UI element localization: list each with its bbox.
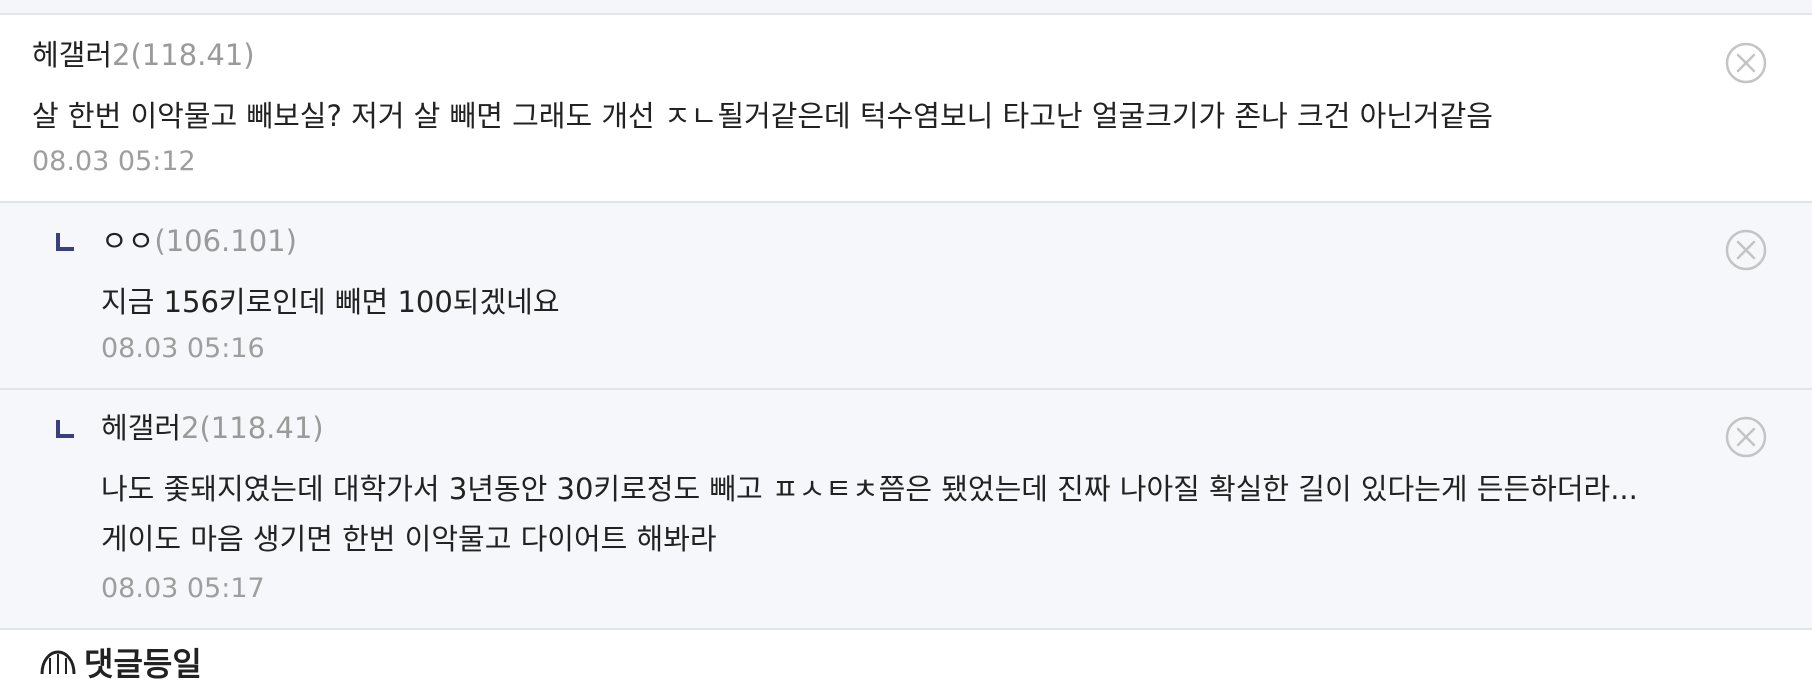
author-ip: 2(118.41) [112,38,255,72]
comment-date: 08.03 05:16 [101,333,265,364]
top-divider [0,0,1812,15]
section-icon [40,650,76,675]
author-nickname[interactable]: 헤갤러 [32,38,112,72]
reply-arrow-icon [56,420,74,438]
reply-item: ㅇㅇ(106.101) 지금 156키로인데 빼면 100되겠네요 08.03 … [0,203,1812,390]
author-nickname[interactable]: ㅇㅇ [101,224,154,258]
reply-arrow-icon [56,233,74,251]
comment-text-line-1: 나도 좇돼지였는데 대학가서 3년동안 30키로정도 빼고 ㅍㅅㅌㅊ쯤은 됐었는… [101,472,1638,506]
comment-author: 헤갤러2(118.41) [101,410,324,446]
comment-text: 지금 156키로인데 빼면 100되겠네요 [101,285,560,319]
author-ip: 2(118.41) [181,411,324,445]
close-icon[interactable] [1725,42,1767,84]
comment-text-line-2: 게이도 마음 생기면 한번 이악물고 다이어트 해봐라 [101,522,717,556]
comment-author: 헤갤러2(118.41) [32,37,255,73]
comment-author: ㅇㅇ(106.101) [101,223,297,259]
section-title: 댓글등일 [84,645,202,683]
close-icon[interactable] [1725,416,1767,458]
author-ip: (106.101) [154,224,297,258]
comment-item: 헤갤러2(118.41) 살 한번 이악물고 빼보실? 저거 살 빼면 그래도 … [0,15,1812,203]
comment-text: 살 한번 이악물고 빼보실? 저거 살 빼면 그래도 개선 ㅈㄴ될거같은데 턱수… [32,99,1493,133]
comment-date: 08.03 05:17 [101,573,265,604]
author-nickname[interactable]: 헤갤러 [101,411,181,445]
reply-item: 헤갤러2(118.41) 나도 좇돼지였는데 대학가서 3년동안 30키로정도 … [0,390,1812,630]
close-icon[interactable] [1725,229,1767,271]
comment-date: 08.03 05:12 [32,146,196,177]
